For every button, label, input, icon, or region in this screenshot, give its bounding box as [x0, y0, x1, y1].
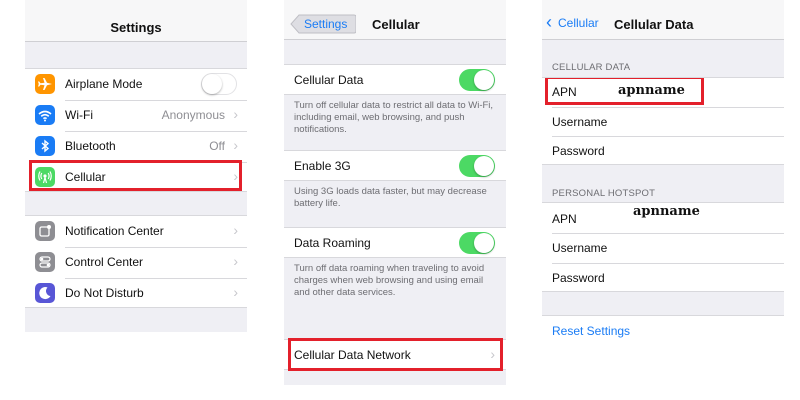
settings-item-label: Control Center [65, 255, 144, 269]
bluetooth-icon [35, 136, 55, 156]
enable-3g-note: Using 3G loads data faster, but may decr… [294, 186, 487, 209]
back-button-settings[interactable]: Settings [290, 14, 356, 34]
settings-item-label: Airplane Mode [65, 77, 143, 91]
username-label: Username [552, 241, 608, 255]
page-title: Cellular Data [614, 17, 694, 32]
chevron-left-icon: ‹ [546, 12, 552, 32]
settings-item-label: Notification Center [65, 224, 164, 238]
settings-item-bluetooth[interactable]: Bluetooth Off › [25, 131, 247, 162]
password-label: Password [552, 271, 605, 285]
username-field-cellular[interactable]: Username [542, 107, 784, 136]
apn-value-hotspot: apnname [633, 204, 700, 219]
settings-item-do-not-disturb[interactable]: Do Not Disturb › [25, 278, 247, 309]
cellular-data-note: Turn off cellular data to restrict all d… [294, 100, 494, 135]
cellular-panel: Settings Cellular Cellular Data Turn off… [284, 0, 506, 385]
password-field-hotspot[interactable]: Password [542, 263, 784, 293]
cellular-data-network-highlight-box [288, 338, 503, 371]
bluetooth-status-value: Off [209, 139, 225, 153]
wifi-network-value: Anonymous [161, 108, 225, 122]
chevron-right-icon: › [233, 137, 238, 153]
section-header-personal-hotspot: PERSONAL HOTSPOT [552, 188, 656, 199]
settings-item-airplane-mode[interactable]: Airplane Mode [25, 69, 247, 100]
username-label: Username [552, 115, 608, 129]
settings-item-control-center[interactable]: Control Center › [25, 247, 247, 278]
apn-highlight-box [545, 78, 704, 105]
data-roaming-label: Data Roaming [294, 236, 371, 250]
cellular-data-row: Cellular Data [284, 64, 506, 95]
apn-label: APN [552, 212, 577, 226]
back-button-label: Settings [304, 17, 348, 31]
cellular-data-panel: ‹ Cellular Cellular Data CELLULAR DATA A… [542, 0, 784, 346]
chevron-right-icon: › [233, 253, 238, 269]
chevron-right-icon: › [233, 284, 238, 300]
settings-item-notification-center[interactable]: Notification Center › [25, 216, 247, 247]
enable-3g-label: Enable 3G [294, 159, 351, 173]
cellular-data-navbar: ‹ Cellular Cellular Data [542, 0, 784, 40]
settings-navbar: Settings [25, 0, 247, 42]
data-roaming-row: Data Roaming [284, 227, 506, 258]
enable-3g-row: Enable 3G [284, 150, 506, 181]
cellular-navbar: Settings Cellular [284, 0, 506, 40]
notification-center-icon [35, 221, 55, 241]
settings-item-label: Do Not Disturb [65, 286, 144, 300]
back-button-cellular[interactable]: ‹ Cellular [546, 12, 608, 34]
password-field-cellular[interactable]: Password [542, 136, 784, 166]
reset-settings-button[interactable]: Reset Settings [552, 324, 630, 338]
settings-item-label: Bluetooth [65, 139, 116, 153]
cellular-data-label: Cellular Data [294, 73, 364, 87]
control-center-icon [35, 252, 55, 272]
page-title: Cellular [372, 17, 420, 32]
reset-settings-row[interactable]: Reset Settings [542, 315, 784, 346]
data-roaming-note: Turn off data roaming when traveling to … [294, 263, 485, 298]
data-roaming-toggle[interactable] [459, 232, 495, 254]
airplane-icon [35, 74, 55, 94]
cellular-highlight-box [29, 160, 242, 191]
username-field-hotspot[interactable]: Username [542, 233, 784, 263]
section-header-cellular-data: CELLULAR DATA [552, 62, 631, 73]
enable-3g-toggle[interactable] [459, 155, 495, 177]
airplane-mode-toggle[interactable] [201, 73, 237, 95]
chevron-right-icon: › [233, 222, 238, 238]
cellular-data-toggle[interactable] [459, 69, 495, 91]
moon-icon [35, 283, 55, 303]
personal-hotspot-group: APN apnname Username Password [542, 202, 784, 292]
chevron-right-icon: › [233, 106, 238, 122]
back-button-label: Cellular [558, 16, 599, 30]
password-label: Password [552, 144, 605, 158]
settings-item-label: Wi-Fi [65, 108, 93, 122]
apn-field-hotspot[interactable]: APN apnname [542, 203, 784, 233]
page-title: Settings [110, 20, 162, 35]
settings-panel: Settings Airplane Mode Wi-Fi Anonymous › [25, 0, 247, 332]
wifi-icon [35, 105, 55, 125]
settings-item-wifi[interactable]: Wi-Fi Anonymous › [25, 100, 247, 131]
settings-group-2: Notification Center › Control Center › D… [25, 215, 247, 308]
